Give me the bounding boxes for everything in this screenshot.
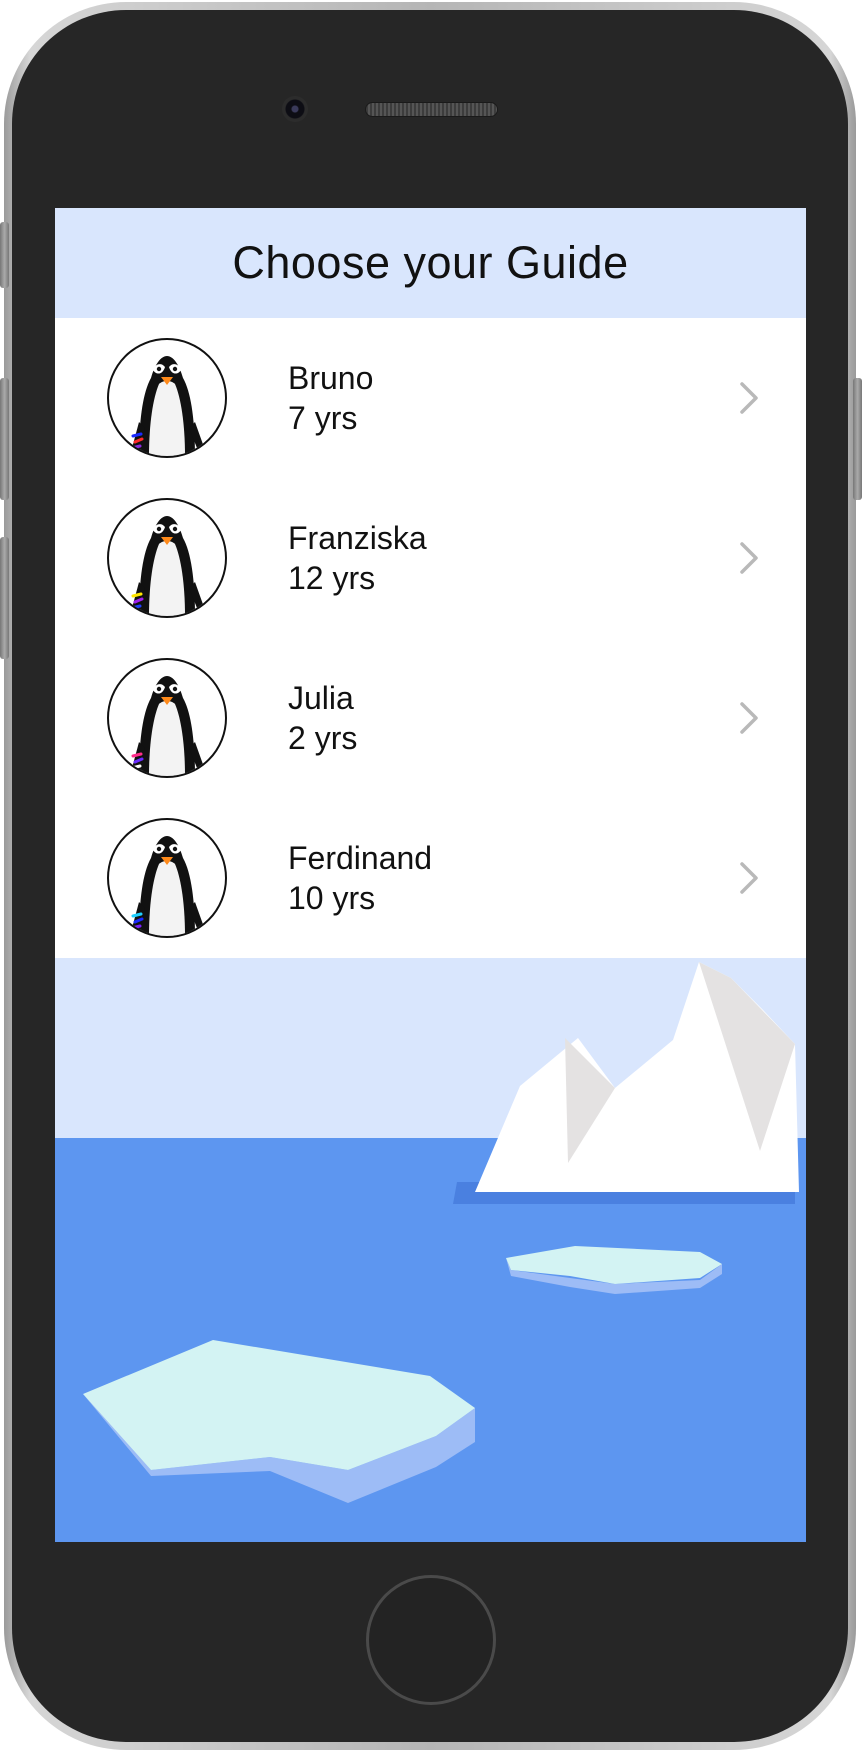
guide-info: Bruno 7 yrs: [288, 358, 373, 438]
volume-down-button: [0, 537, 9, 659]
penguin-icon: [107, 658, 227, 778]
guide-age: 10 yrs: [288, 880, 376, 916]
page-title: Choose your Guide: [232, 237, 629, 288]
guide-age: 2 yrs: [288, 720, 358, 756]
chevron-right-icon: [740, 542, 758, 574]
guide-row-franziska[interactable]: Franziska 12 yrs: [55, 478, 806, 638]
earpiece-speaker: [365, 102, 498, 117]
guide-row-bruno[interactable]: Bruno 7 yrs: [55, 318, 806, 478]
penguin-icon: [107, 338, 227, 458]
guide-name: Ferdinand: [288, 840, 433, 876]
front-camera: [282, 96, 308, 122]
arctic-scene-illustration: [55, 958, 806, 1542]
power-button: [853, 378, 862, 500]
guide-name: Bruno: [288, 360, 374, 396]
app-screen: Choose your Guide Bruno 7 yrs Franziska …: [55, 208, 806, 1542]
guide-age: 7 yrs: [288, 400, 358, 436]
mute-switch: [0, 222, 9, 288]
guide-row-ferdinand[interactable]: Ferdinand 10 yrs: [55, 798, 806, 958]
guide-info: Ferdinand 10 yrs: [288, 838, 432, 918]
chevron-right-icon: [740, 702, 758, 734]
guide-name: Franziska: [288, 520, 427, 556]
guide-list: Bruno 7 yrs Franziska 12 yrs Julia 2 yrs…: [55, 318, 806, 958]
guide-info: Franziska 12 yrs: [288, 518, 427, 598]
home-button[interactable]: [366, 1575, 496, 1705]
chevron-right-icon: [740, 862, 758, 894]
guide-row-julia[interactable]: Julia 2 yrs: [55, 638, 806, 798]
guide-name: Julia: [288, 680, 354, 716]
chevron-right-icon: [740, 382, 758, 414]
guide-info: Julia 2 yrs: [288, 678, 357, 758]
guide-age: 12 yrs: [288, 560, 376, 596]
penguin-icon: [107, 498, 227, 618]
volume-up-button: [0, 378, 9, 500]
title-bar: Choose your Guide: [55, 208, 806, 318]
penguin-icon: [107, 818, 227, 938]
